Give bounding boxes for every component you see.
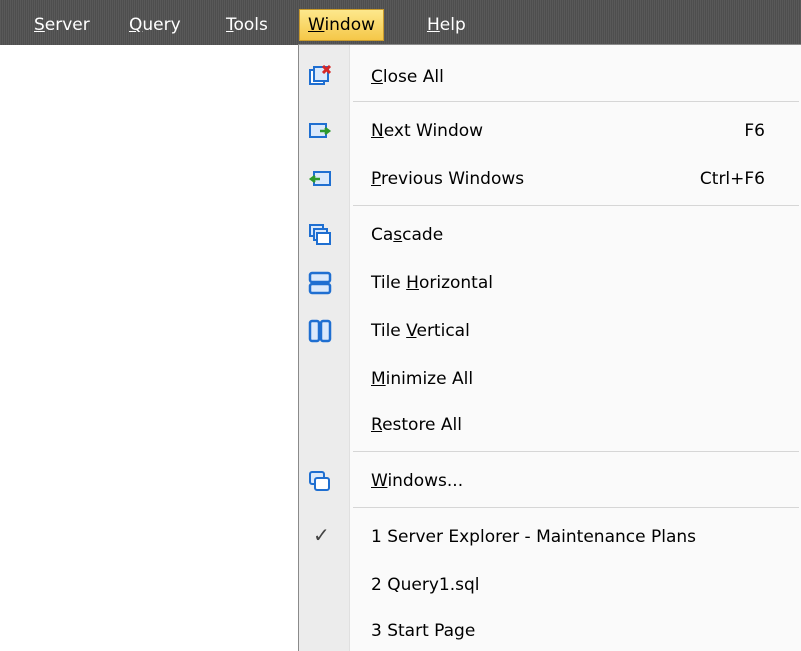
menu-item-open-window[interactable]: 2 Query1.sql	[299, 567, 779, 603]
menu-item-restore-all[interactable]: Restore All	[299, 407, 779, 443]
menu-label: Close All	[371, 67, 444, 87]
menu-item-previous-windows[interactable]: Previous Windows Ctrl+F6	[299, 161, 779, 197]
cascade-icon	[308, 223, 332, 247]
menu-label: 3 Start Page	[371, 621, 476, 641]
menu-label: Tile Horizontal	[371, 273, 493, 293]
shortcut-label: Ctrl+F6	[699, 169, 765, 189]
checkmark-icon: ✓	[313, 523, 330, 547]
windows-icon	[308, 469, 332, 493]
menu-label: Cascade	[371, 225, 444, 245]
shortcut-label: F6	[744, 121, 765, 141]
menu-separator	[353, 205, 799, 206]
menu-bar: Server Query Tools Window Help	[0, 0, 801, 45]
menu-label: Tile Vertical	[371, 321, 470, 341]
tile-vertical-icon	[308, 319, 332, 343]
menu-label: Minimize All	[371, 369, 474, 389]
menu-item-close-all[interactable]: Close All	[299, 59, 779, 95]
menu-window[interactable]: Window	[299, 9, 385, 41]
menu-item-open-window[interactable]: ✓ 1 Server Explorer - Maintenance Plans	[299, 519, 779, 555]
tile-horizontal-icon	[308, 271, 332, 295]
menu-label: Previous Windows	[371, 169, 525, 189]
menu-item-next-window[interactable]: Next Window F6	[299, 113, 779, 149]
previous-window-icon	[308, 167, 332, 191]
menu-item-minimize-all[interactable]: Minimize All	[299, 361, 779, 397]
window-menu-dropdown: Close All Next Window F6 Previous Window…	[298, 44, 801, 651]
menu-tools[interactable]: Tools	[218, 10, 276, 40]
next-window-icon	[308, 119, 332, 143]
menu-item-tile-vertical[interactable]: Tile Vertical	[299, 313, 779, 349]
menu-label: 2 Query1.sql	[371, 575, 480, 595]
menu-item-cascade[interactable]: Cascade	[299, 217, 779, 253]
menu-server[interactable]: Server	[26, 10, 98, 40]
menu-label: Restore All	[371, 415, 462, 435]
menu-separator	[353, 451, 799, 452]
menu-item-windows[interactable]: Windows...	[299, 463, 779, 499]
menu-item-open-window[interactable]: 3 Start Page	[299, 613, 779, 649]
menu-label: Windows...	[371, 471, 464, 491]
menu-separator	[353, 507, 799, 508]
menu-query[interactable]: Query	[121, 10, 189, 40]
menu-label: 1 Server Explorer - Maintenance Plans	[371, 527, 697, 547]
menu-item-tile-horizontal[interactable]: Tile Horizontal	[299, 265, 779, 301]
close-all-icon	[308, 64, 332, 89]
menu-label: Next Window	[371, 121, 484, 141]
menu-separator	[353, 101, 799, 102]
menu-help[interactable]: Help	[419, 10, 474, 40]
